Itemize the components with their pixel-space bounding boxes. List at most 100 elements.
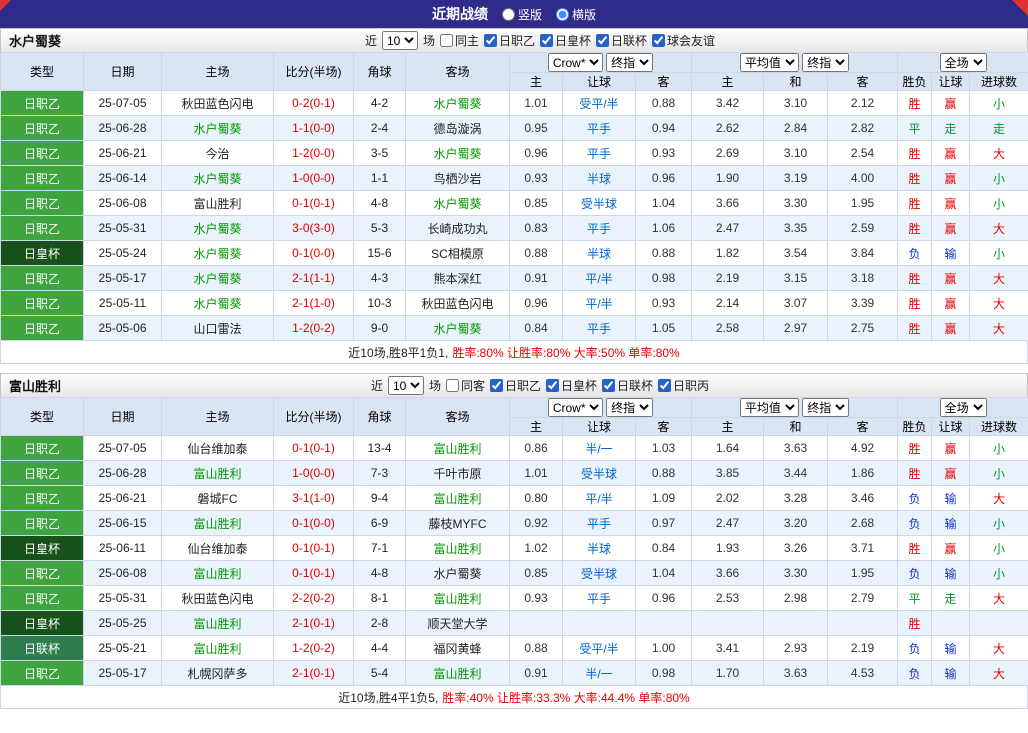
league-checkbox[interactable] [602, 379, 616, 392]
away-team[interactable]: 水户蜀葵 [405, 560, 510, 586]
away-team[interactable]: 水户蜀葵 [405, 140, 510, 166]
home-team[interactable]: 水户蜀葵 [161, 240, 274, 266]
odds-stage-select[interactable]: 终指 [606, 53, 654, 72]
away-team[interactable]: SC相模原 [405, 240, 510, 266]
same-venue-filter[interactable]: 同主 [439, 32, 479, 49]
layout-option-vertical[interactable]: 竖版 [501, 6, 542, 23]
games-count-select[interactable]: 10 [387, 376, 424, 395]
league-filter[interactable]: 日职乙 [490, 377, 541, 394]
home-team[interactable]: 水户蜀葵 [161, 115, 274, 141]
sub-header-avg-home: 主 [691, 72, 765, 91]
corner-score: 15-6 [353, 240, 406, 266]
league-checkbox[interactable] [540, 34, 554, 47]
away-team[interactable]: 福冈黄蜂 [405, 635, 510, 661]
league-filter[interactable]: 日皇杯 [546, 377, 597, 394]
score: 1-0(0-0) [273, 460, 354, 486]
away-team[interactable]: 水户蜀葵 [405, 315, 510, 341]
league-checkbox[interactable] [652, 34, 666, 47]
away-team[interactable]: 千叶市原 [405, 460, 510, 486]
vertical-radio[interactable] [501, 7, 515, 21]
league-filter[interactable]: 日职丙 [658, 377, 709, 394]
home-team[interactable]: 水户蜀葵 [161, 290, 274, 316]
away-team[interactable]: 顺天堂大学 [405, 610, 510, 636]
home-team[interactable]: 富山胜利 [161, 190, 274, 216]
league-checkbox[interactable] [546, 379, 560, 392]
home-team[interactable]: 富山胜利 [161, 510, 274, 536]
home-odds: 1.01 [509, 90, 563, 116]
away-team[interactable]: 富山胜利 [405, 435, 510, 461]
away-team[interactable]: 富山胜利 [405, 585, 510, 611]
home-team[interactable]: 札幌冈萨多 [161, 660, 274, 686]
away-team[interactable]: 水户蜀葵 [405, 90, 510, 116]
match-row: 日职乙 25-07-05 秋田蓝色闪电 0-2(0-1) 4-2 水户蜀葵 1.01 受平/半… [0, 90, 1028, 116]
away-odds: 0.88 [634, 240, 693, 266]
home-team[interactable]: 富山胜利 [161, 560, 274, 586]
corner-score: 7-3 [353, 460, 406, 486]
home-team[interactable]: 今治 [161, 140, 274, 166]
home-team[interactable]: 水户蜀葵 [161, 265, 274, 291]
away-team[interactable]: 藤枝MYFC [405, 510, 510, 536]
home-team[interactable]: 富山胜利 [161, 635, 274, 661]
average-select[interactable]: 平均值 [739, 398, 799, 417]
league-checkbox[interactable] [596, 34, 610, 47]
bookmaker-select[interactable]: Crow* [547, 398, 603, 417]
home-team[interactable]: 秋田蓝色闪电 [161, 90, 274, 116]
avg-draw-odds: 3.63 [763, 660, 829, 686]
league-type-cell: 日职乙 [0, 165, 84, 191]
away-team[interactable]: 秋田蓝色闪电 [405, 290, 510, 316]
games-count-select[interactable]: 10 [381, 31, 418, 50]
away-team[interactable]: 富山胜利 [405, 485, 510, 511]
away-team[interactable]: 鸟栖沙岩 [405, 165, 510, 191]
league-filter[interactable]: 球会友谊 [652, 32, 715, 49]
away-team[interactable]: 熊本深红 [405, 265, 510, 291]
average-stage-select[interactable]: 终指 [802, 398, 850, 417]
same-venue-checkbox[interactable] [445, 379, 459, 392]
match-row: 日职乙 25-06-14 水户蜀葵 1-0(0-0) 1-1 鸟栖沙岩 0.93 半球 0.96… [0, 165, 1028, 191]
league-filter-label: 日联杯 [611, 34, 648, 48]
league-checkbox[interactable] [484, 34, 497, 47]
league-checkbox[interactable] [490, 379, 503, 392]
home-team[interactable]: 磐城FC [161, 485, 274, 511]
fulltime-select[interactable]: 全场 [939, 53, 987, 72]
home-team[interactable]: 仙台维加泰 [161, 435, 274, 461]
same-venue-filter[interactable]: 同客 [445, 377, 485, 394]
match-date: 25-05-24 [83, 240, 162, 266]
league-filter[interactable]: 日联杯 [596, 32, 647, 49]
league-filter[interactable]: 日皇杯 [540, 32, 591, 49]
average-select[interactable]: 平均值 [739, 53, 799, 72]
average-stage-select[interactable]: 终指 [802, 53, 850, 72]
home-team[interactable]: 富山胜利 [161, 610, 274, 636]
home-team[interactable]: 秋田蓝色闪电 [161, 585, 274, 611]
league-checkbox[interactable] [658, 379, 672, 392]
home-team[interactable]: 山口雷法 [161, 315, 274, 341]
home-team[interactable]: 仙台维加泰 [161, 535, 274, 561]
league-filter[interactable]: 日联杯 [602, 377, 653, 394]
result-badge: 胜 [897, 90, 933, 116]
away-team[interactable]: 水户蜀葵 [405, 190, 510, 216]
horizontal-radio[interactable] [556, 7, 569, 21]
league-type-cell: 日皇杯 [0, 610, 84, 636]
avg-away-odds: 2.54 [827, 140, 899, 166]
sub-header-avg-away: 客 [827, 417, 899, 436]
bookmaker-select[interactable]: Crow* [547, 53, 603, 72]
corner-score: 2-8 [353, 610, 406, 636]
away-team[interactable]: 长崎成功丸 [405, 215, 510, 241]
layout-option-horizontal[interactable]: 横版 [556, 6, 596, 23]
corner-score: 9-4 [353, 485, 406, 511]
away-team[interactable]: 德岛漩涡 [405, 115, 510, 141]
away-team[interactable]: 富山胜利 [405, 660, 510, 686]
away-team[interactable]: 富山胜利 [405, 535, 510, 561]
league-type-cell: 日皇杯 [0, 240, 84, 266]
home-team[interactable]: 水户蜀葵 [161, 215, 274, 241]
fulltime-select[interactable]: 全场 [939, 398, 987, 417]
league-type-cell: 日职乙 [0, 510, 84, 536]
same-venue-checkbox[interactable] [439, 34, 453, 47]
match-row: 日皇杯 25-05-24 水户蜀葵 0-1(0-0) 15-6 SC相模原 0.88 半球 0.… [0, 240, 1028, 266]
league-filter[interactable]: 日职乙 [484, 32, 535, 49]
avg-draw-odds: 3.28 [763, 485, 829, 511]
home-team[interactable]: 富山胜利 [161, 460, 274, 486]
match-date: 25-06-28 [83, 115, 162, 141]
odds-stage-select[interactable]: 终指 [606, 398, 654, 417]
goals-result-badge: 小 [969, 510, 1028, 536]
home-team[interactable]: 水户蜀葵 [161, 165, 274, 191]
